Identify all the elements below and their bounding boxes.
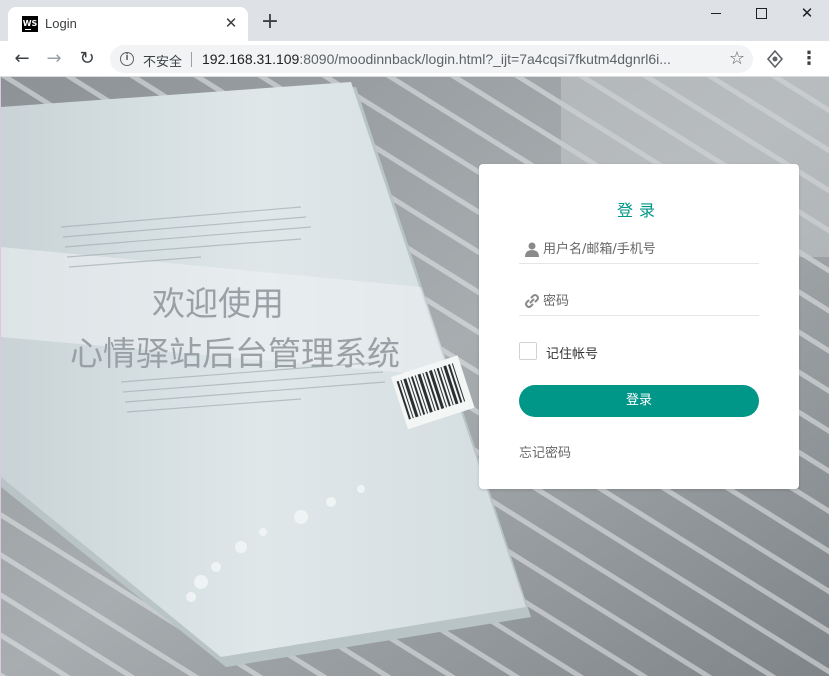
remember-checkbox[interactable] [519,342,537,360]
password-field [519,286,759,316]
new-tab-button[interactable]: + [258,10,282,34]
login-button[interactable]: 登录 [519,385,759,417]
address-divider [191,52,192,67]
window-close-button[interactable]: ✕ [784,0,829,28]
user-icon [525,242,539,257]
url-path: :8090/moodinnback/login.html?_ijt=7a4cqs… [299,51,671,67]
webstorm-favicon-icon: WS [22,16,38,32]
back-arrow-icon[interactable]: ← [8,45,36,73]
login-page: 欢迎使用 心情驿站后台管理系统 登录 记住帐号 登录 [0,77,829,676]
address-bar[interactable]: i 不安全 192.168.31.109:8090/moodinnback/lo… [110,45,753,73]
browser-toolbar: ← → ↻ i 不安全 192.168.31.109:8090/moodinnb… [0,41,829,77]
info-icon[interactable]: i [120,52,134,66]
extension-icon[interactable] [766,50,784,68]
browser-tab-bar: WS Login ✕ + ✕ [0,0,829,41]
remember-label[interactable]: 记住帐号 [546,343,598,362]
bookmark-star-icon[interactable]: ☆ [729,48,745,69]
link-icon [525,294,539,308]
welcome-heading: 欢迎使用 [152,284,284,323]
username-field [519,234,759,264]
password-input[interactable] [543,291,753,311]
tab-title: Login [45,16,77,31]
browser-menu-icon[interactable]: ⋮ [800,47,818,71]
security-label[interactable]: 不安全 [143,51,182,70]
system-name-heading: 心情驿站后台管理系统 [70,334,400,373]
url-text[interactable]: 192.168.31.109:8090/moodinnback/login.ht… [202,51,671,67]
username-input[interactable] [543,239,753,259]
login-card: 登录 记住帐号 登录 忘记密码 [479,164,799,489]
window-minimize-button[interactable] [692,0,738,28]
url-host: 192.168.31.109 [202,51,300,67]
forward-arrow-icon[interactable]: → [40,45,68,73]
forgot-password-link[interactable]: 忘记密码 [519,442,571,461]
login-title: 登录 [616,201,661,220]
window-maximize-button[interactable] [738,0,784,28]
reload-icon[interactable]: ↻ [73,45,101,73]
tab-close-icon[interactable]: ✕ [222,14,240,32]
browser-tab[interactable]: WS Login ✕ [8,7,248,41]
